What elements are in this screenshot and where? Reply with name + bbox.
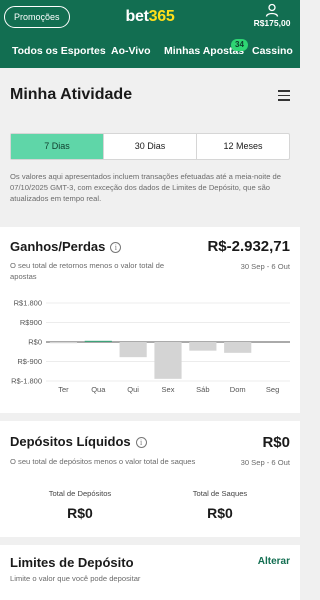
page-title: Minha Atividade <box>10 86 133 103</box>
deposit-limits-title: Limites de Depósito <box>10 555 134 570</box>
gains-losses-chart: R$1.800 R$900 R$0 R$-900 R$-1.800 Ter Qua Qui Se… <box>11 299 290 394</box>
total-withdrawals-stat: Total de Saques R$0 <box>165 489 275 521</box>
nav-my-bets[interactable]: Minhas Apostas 34 <box>164 39 248 57</box>
deposit-limits-subtitle: Limite o valor que você pode depositar <box>10 574 141 583</box>
gains-losses-title-text: Ganhos/Perdas <box>10 239 106 254</box>
top-bar: Promoções bet365 R$175,00 <box>0 0 300 36</box>
y-tick-label: R$-1.800 <box>11 377 42 386</box>
chart-bar <box>49 342 78 344</box>
deposit-limits-card: Limites de Depósito Alterar Limite o val… <box>0 545 300 600</box>
total-withdrawals-label: Total de Saques <box>192 489 248 498</box>
gains-losses-value: R$-2.932,71 <box>207 238 290 255</box>
nav-all-sports[interactable]: Todos os Esportes <box>12 45 106 57</box>
y-tick-label: R$1.800 <box>14 299 42 308</box>
period-tabs: 7 Dias 30 Dias 12 Meses <box>10 133 290 160</box>
chart-bar <box>154 342 182 379</box>
nav-casino[interactable]: Cassino <box>252 45 293 57</box>
hamburger-line <box>278 94 290 96</box>
account-button[interactable]: R$175,00 <box>250 3 294 28</box>
info-icon[interactable]: i <box>135 437 147 448</box>
logo-part-bet: bet <box>125 8 149 25</box>
tab-30-days[interactable]: 30 Dias <box>104 134 197 159</box>
gains-losses-title: Ganhos/Perdas i <box>10 239 122 254</box>
user-icon <box>265 3 279 17</box>
nav-live[interactable]: Ao-Vivo <box>111 45 150 57</box>
total-withdrawals-value: R$0 <box>207 505 233 521</box>
chart-bar <box>224 342 252 353</box>
hamburger-line <box>278 90 290 92</box>
x-tick-label: Dom <box>230 385 246 394</box>
y-tick-label: R$0 <box>28 338 42 347</box>
net-deposits-value: R$0 <box>262 434 290 451</box>
hamburger-line <box>278 99 290 101</box>
account-balance: R$175,00 <box>253 18 291 28</box>
gains-losses-subtitle: O seu total de retornos menos o valor to… <box>10 261 165 281</box>
logo-part-365: 365 <box>148 8 175 25</box>
info-icon[interactable]: i <box>110 242 122 253</box>
y-tick-label: R$900 <box>20 318 42 327</box>
disclaimer-note: Os valores aqui apresentados incluem tra… <box>10 172 282 203</box>
top-header: Promoções bet365 R$175,00 Todos os Espor… <box>0 0 300 68</box>
total-deposits-value: R$0 <box>67 505 93 521</box>
chart-bar <box>84 340 112 342</box>
net-deposits-date-range: 30 Sep - 6 Out <box>240 458 290 467</box>
x-tick-label: Sex <box>162 385 175 394</box>
x-tick-label: Sáb <box>196 385 209 394</box>
chart-bar <box>189 342 217 351</box>
tab-7-days[interactable]: 7 Dias <box>11 134 104 159</box>
x-tick-label: Seg <box>266 385 279 394</box>
my-bets-count-badge: 34 <box>231 39 248 51</box>
x-tick-label: Qui <box>127 385 139 394</box>
change-limits-link[interactable]: Alterar <box>258 556 290 567</box>
main-nav: Todos os Esportes Ao-Vivo Minhas Apostas… <box>0 38 300 68</box>
chart-bar <box>119 342 147 358</box>
net-deposits-card: Depósitos Líquidos i R$0 O seu total de d… <box>0 421 300 537</box>
hamburger-icon[interactable] <box>278 90 290 104</box>
total-deposits-stat: Total de Depósitos R$0 <box>25 489 135 521</box>
x-tick-label: Ter <box>58 385 69 394</box>
net-deposits-title: Depósitos Líquidos i <box>10 434 147 449</box>
tab-12-months[interactable]: 12 Meses <box>197 134 289 159</box>
gains-losses-date-range: 30 Sep - 6 Out <box>240 262 290 271</box>
y-tick-label: R$-900 <box>17 357 42 366</box>
x-tick-label: Qua <box>91 385 106 394</box>
net-deposits-subtitle: O seu total de depósitos menos o valor t… <box>10 457 196 466</box>
total-deposits-label: Total de Depósitos <box>48 489 112 498</box>
gains-losses-card: Ganhos/Perdas i R$-2.932,71 O seu total d… <box>0 227 300 413</box>
net-deposits-title-text: Depósitos Líquidos <box>10 434 131 449</box>
